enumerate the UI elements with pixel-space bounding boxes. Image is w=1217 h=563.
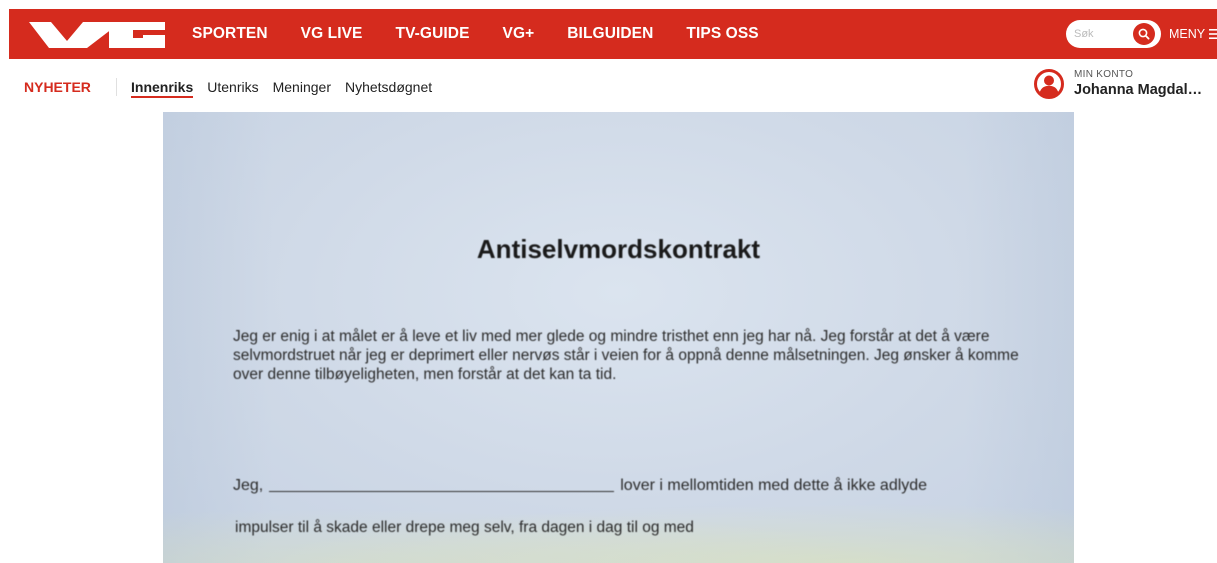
section-nyheter[interactable]: NYHETER	[24, 79, 91, 95]
document-pledge-continuation: impulser til å skade eller drepe meg sel…	[235, 519, 694, 536]
account-menu[interactable]: MIN KONTO Johanna Magdal…	[1034, 67, 1217, 107]
account-name: Johanna Magdal…	[1074, 82, 1203, 98]
subnav-utenriks[interactable]: Utenriks	[207, 79, 258, 98]
document-pledge-line: Jeg, lover i mellomtiden med dette å ikke…	[233, 477, 1033, 495]
search-input[interactable]	[1074, 25, 1124, 43]
subnav-nyhetsdognet[interactable]: Nyhetsdøgnet	[345, 79, 432, 98]
user-avatar-icon	[1034, 69, 1064, 99]
divider	[116, 78, 117, 96]
pledge-start: Jeg,	[233, 477, 264, 494]
vg-logo[interactable]: VG	[29, 19, 169, 49]
document-title: Antiselvmordskontrakt	[476, 234, 761, 264]
hamburger-icon	[1209, 29, 1217, 39]
nav-bilguiden[interactable]: BILGUIDEN	[567, 25, 653, 43]
article-image: Antiselvmordskontrakt Jeg er enig i at m…	[163, 112, 1074, 563]
sub-links: Innenriks Utenriks Meninger Nyhetsdøgnet	[131, 79, 446, 98]
nav-vg-plus[interactable]: VG+	[503, 25, 535, 43]
subnav-meninger[interactable]: Meninger	[273, 79, 331, 98]
main-nav: SPORTEN VG LIVE TV-GUIDE VG+ BILGUIDEN T…	[192, 9, 792, 59]
signature-blank	[269, 491, 615, 492]
nav-vg-live[interactable]: VG LIVE	[301, 25, 363, 43]
search-button[interactable]	[1133, 23, 1155, 45]
nav-tv-guide[interactable]: TV-GUIDE	[396, 25, 470, 43]
menu-button[interactable]: MENY	[1169, 9, 1217, 59]
account-caption: MIN KONTO	[1074, 69, 1134, 80]
document-paragraph: Jeg er enig i at målet er å leve et liv …	[233, 328, 1019, 383]
nav-tips-oss[interactable]: TIPS OSS	[686, 25, 758, 43]
menu-label: MENY	[1169, 27, 1206, 41]
search-icon	[1138, 28, 1150, 40]
nav-sporten[interactable]: SPORTEN	[192, 25, 268, 43]
sub-navigation: NYHETER Innenriks Utenriks Meninger Nyhe…	[0, 59, 1217, 112]
search-box	[1066, 20, 1161, 48]
pledge-end: lover i mellomtiden med dette å ikke adl…	[620, 477, 928, 494]
top-navigation-bar: VG SPORTEN VG LIVE TV-GUIDE VG+ BILGUIDE…	[9, 9, 1217, 59]
subnav-innenriks[interactable]: Innenriks	[131, 79, 194, 98]
